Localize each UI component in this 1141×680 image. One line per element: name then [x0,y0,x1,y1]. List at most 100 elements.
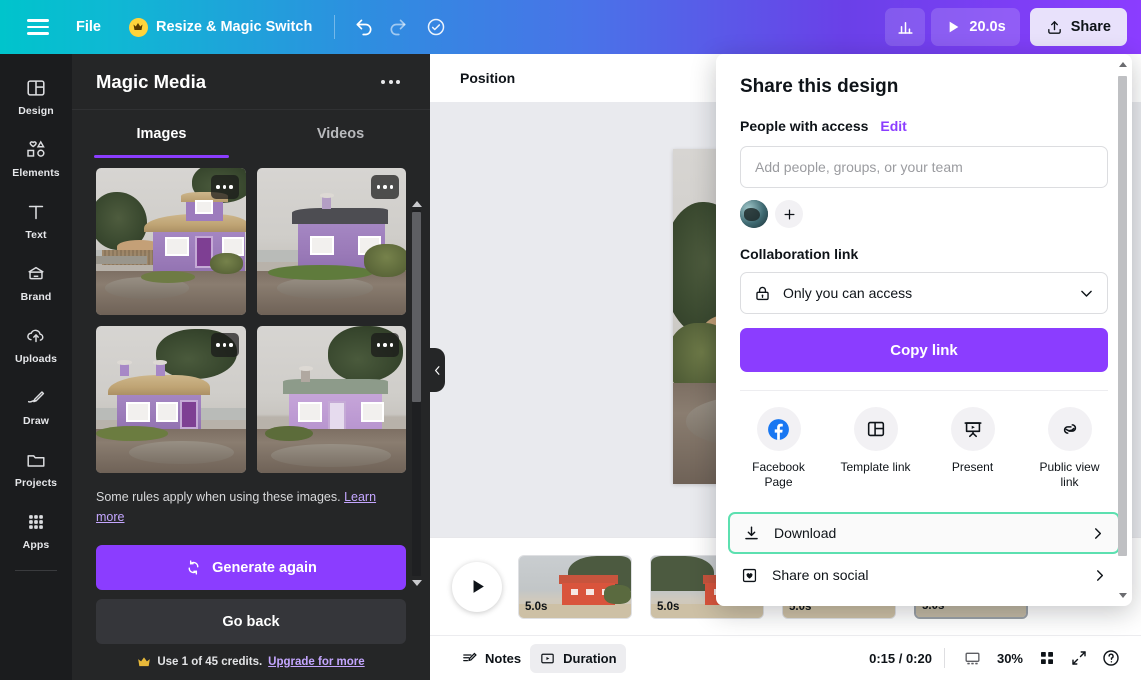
resize-magic-switch-button[interactable]: Resize & Magic Switch [119,11,322,44]
quick-action-present[interactable]: Present [924,407,1021,490]
page-thumbnail-1[interactable]: 5.0s [518,554,632,619]
template-icon [853,407,898,451]
dialog-scroll-up-arrow[interactable] [1118,62,1127,67]
dialog-scroll-thumb[interactable] [1118,76,1127,556]
timeline-play-button[interactable] [452,561,502,612]
share-dialog-title: Share this design [740,76,899,97]
image-options-icon[interactable] [371,333,399,357]
file-menu-button[interactable]: File [66,12,111,42]
text-icon [25,200,47,224]
notes-label: Notes [485,650,522,666]
expand-icon[interactable] [1063,642,1095,674]
image-options-icon[interactable] [371,175,399,199]
share-on-social-menu-row[interactable]: Share on social [728,554,1120,596]
generate-again-button[interactable]: Generate again [96,545,406,590]
tab-images[interactable]: Images [72,110,251,158]
generated-image-2[interactable] [256,168,406,315]
scroll-up-arrow[interactable] [411,198,422,209]
download-menu-row[interactable]: Download [728,512,1120,554]
download-icon [745,525,758,539]
hamburger-icon[interactable] [16,19,60,35]
shapes-icon [25,138,47,162]
download-label: Download [774,525,837,541]
duration-button[interactable]: Duration [530,643,626,673]
image-options-icon[interactable] [210,333,239,357]
tab-videos-label: Videos [316,126,365,142]
generated-results-grid [72,158,430,473]
panel-collapse-handle[interactable] [430,348,445,392]
collaboration-link-label: Collaboration link [740,246,859,262]
plus-icon[interactable] [775,200,803,228]
go-back-button[interactable]: Go back [96,599,406,644]
quick-action-template-link[interactable]: Template link [827,407,924,490]
sidebar-item-uploads[interactable]: Uploads [4,316,68,372]
rules-copy: Some rules apply when using these images… [96,490,341,504]
panel-scrollbar[interactable] [411,198,422,588]
share-button[interactable]: Share [1029,8,1127,46]
quick-action-label-public-view: Public view link [1039,460,1100,489]
quick-action-facebook-page[interactable]: Facebook Page [730,407,827,490]
credits-text: Use 1 of 45 credits. [157,656,263,668]
cloud-check-icon[interactable] [419,10,453,44]
bottom-toolbar: Notes Duration 0:15 / 0:20 30% [430,635,1141,680]
page-duration-2: 5.0s [657,600,680,613]
edit-access-link[interactable]: Edit [880,118,906,134]
page-duration-1: 5.0s [525,600,548,613]
analytics-icon[interactable] [885,8,926,46]
sidebar-label-uploads: Uploads [14,353,58,365]
copy-link-button[interactable]: Copy link [740,328,1108,372]
add-people-placeholder: Add people, groups, or your team [755,159,963,175]
upgrade-link[interactable]: Upgrade for more [268,656,365,668]
grid-view-icon[interactable] [1031,642,1063,674]
tab-videos[interactable]: Videos [251,110,430,158]
social-icon [742,568,757,582]
user-avatar[interactable] [740,200,768,228]
generated-image-3[interactable] [96,326,246,473]
generated-image-4[interactable] [256,326,406,473]
undo-icon[interactable] [347,10,381,44]
play-icon [473,580,484,593]
sidebar-item-brand[interactable]: Brand [4,254,68,310]
sidebar-label-design: Design [18,105,54,117]
zoom-level[interactable]: 30% [989,645,1031,672]
dialog-scroll-down-arrow[interactable] [1118,593,1127,598]
quick-action-label-present: Present [951,460,994,474]
preview-play-button[interactable]: 20.0s [931,8,1020,46]
generated-image-1[interactable] [96,168,246,315]
scroll-thumb[interactable] [412,212,421,402]
credits-row: Use 1 of 45 credits. Upgrade for more [96,655,406,669]
left-sidebar-rail: Design Elements Text Brand Uploads Draw … [0,54,72,680]
top-toolbar: File Resize & Magic Switch 20.0s Share [0,0,1141,54]
panel-header: Magic Media [72,54,430,110]
upload-icon [1047,20,1061,34]
people-access-label: People with access [740,118,869,134]
quick-action-label-template: Template link [840,460,911,474]
quick-action-public-view-link[interactable]: Public view link [1021,407,1118,490]
position-button[interactable]: Position [460,70,515,86]
more-options-icon[interactable] [373,72,408,92]
notes-button[interactable]: Notes [452,644,530,673]
sidebar-item-draw[interactable]: Draw [4,378,68,434]
panel-actions: Generate again Go back Use 1 of 45 credi… [72,527,430,669]
page-view-icon[interactable] [957,642,989,674]
usage-rules-text: Some rules apply when using these images… [72,473,430,527]
sidebar-item-design[interactable]: Design [4,68,68,124]
folder-icon [25,448,47,472]
access-level-select[interactable]: Only you can access [740,272,1108,314]
lock-icon [756,286,769,300]
image-options-icon[interactable] [210,175,239,199]
crown-icon [128,17,148,37]
dialog-scrollbar[interactable] [1116,60,1128,600]
pen-icon [25,386,47,410]
scroll-down-arrow[interactable] [411,577,422,588]
help-icon[interactable] [1095,642,1127,674]
redo-icon[interactable] [381,10,415,44]
sidebar-item-elements[interactable]: Elements [4,130,68,186]
add-people-input[interactable]: Add people, groups, or your team [740,146,1108,188]
sidebar-item-text[interactable]: Text [4,192,68,248]
sidebar-item-projects[interactable]: Projects [4,440,68,496]
share-dialog-body: Share this design People with access Edi… [716,54,1132,391]
share-menu-rows: Download Share on social [716,504,1132,606]
sidebar-item-apps[interactable]: Apps [4,502,68,558]
sidebar-divider [15,570,57,571]
